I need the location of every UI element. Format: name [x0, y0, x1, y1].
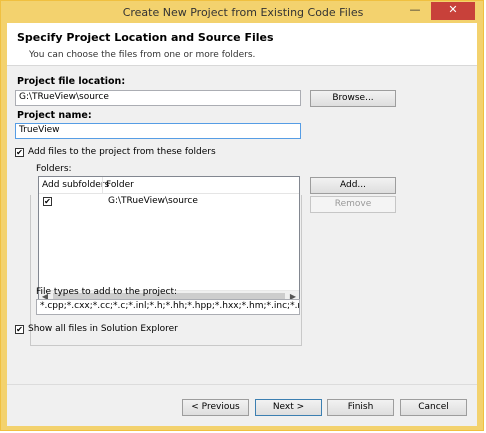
show-all-files-checkbox[interactable]: ✔ [15, 325, 24, 334]
close-icon[interactable]: ✕ [431, 2, 475, 20]
title-bar[interactable]: Create New Project from Existing Code Fi… [1, 1, 485, 23]
next-button[interactable]: Next > [255, 399, 322, 416]
folders-label: Folders: [36, 164, 72, 174]
column-folder[interactable]: Folder [106, 180, 134, 190]
page-title: Specify Project Location and Source File… [17, 31, 274, 44]
project-location-input[interactable]: G:\TRueView\source [15, 90, 301, 106]
show-all-files-label: Show all files in Solution Explorer [28, 324, 178, 334]
footer-divider [7, 384, 477, 385]
column-add-subfolders[interactable]: Add subfolders [42, 180, 109, 190]
add-folder-button[interactable]: Add... [310, 177, 396, 194]
folders-list[interactable]: Add subfolders Folder ✔ G:\TRueView\sour… [38, 176, 300, 304]
add-subfolders-checkbox[interactable]: ✔ [43, 197, 52, 206]
file-types-label: File types to add to the project: [36, 287, 178, 297]
file-types-input[interactable]: *.cpp;*.cxx;*.cc;*.c;*.inl;*.h;*.hh;*.hp… [36, 299, 300, 315]
folders-list-header: Add subfolders Folder [39, 177, 299, 194]
minimize-icon[interactable]: — [402, 2, 428, 20]
folder-path: G:\TRueView\source [108, 196, 198, 206]
dialog-window: Create New Project from Existing Code Fi… [0, 0, 484, 431]
project-location-label: Project file location: [17, 76, 126, 87]
wizard-header: Specify Project Location and Source File… [7, 23, 477, 66]
page-subtitle: You can choose the files from one or mor… [29, 50, 256, 60]
table-row[interactable]: ✔ G:\TRueView\source [39, 194, 299, 208]
add-files-checkbox[interactable]: ✔ [15, 148, 24, 157]
add-files-label: Add files to the project from these fold… [28, 147, 216, 157]
project-name-label: Project name: [17, 110, 92, 121]
project-name-input[interactable]: TrueView [15, 123, 301, 139]
browse-button[interactable]: Browse... [310, 90, 396, 107]
dialog-client: Specify Project Location and Source File… [7, 23, 477, 426]
remove-folder-button[interactable]: Remove [310, 196, 396, 213]
finish-button[interactable]: Finish [327, 399, 394, 416]
column-separator[interactable] [102, 177, 103, 193]
cancel-button[interactable]: Cancel [400, 399, 467, 416]
previous-button[interactable]: < Previous [182, 399, 249, 416]
